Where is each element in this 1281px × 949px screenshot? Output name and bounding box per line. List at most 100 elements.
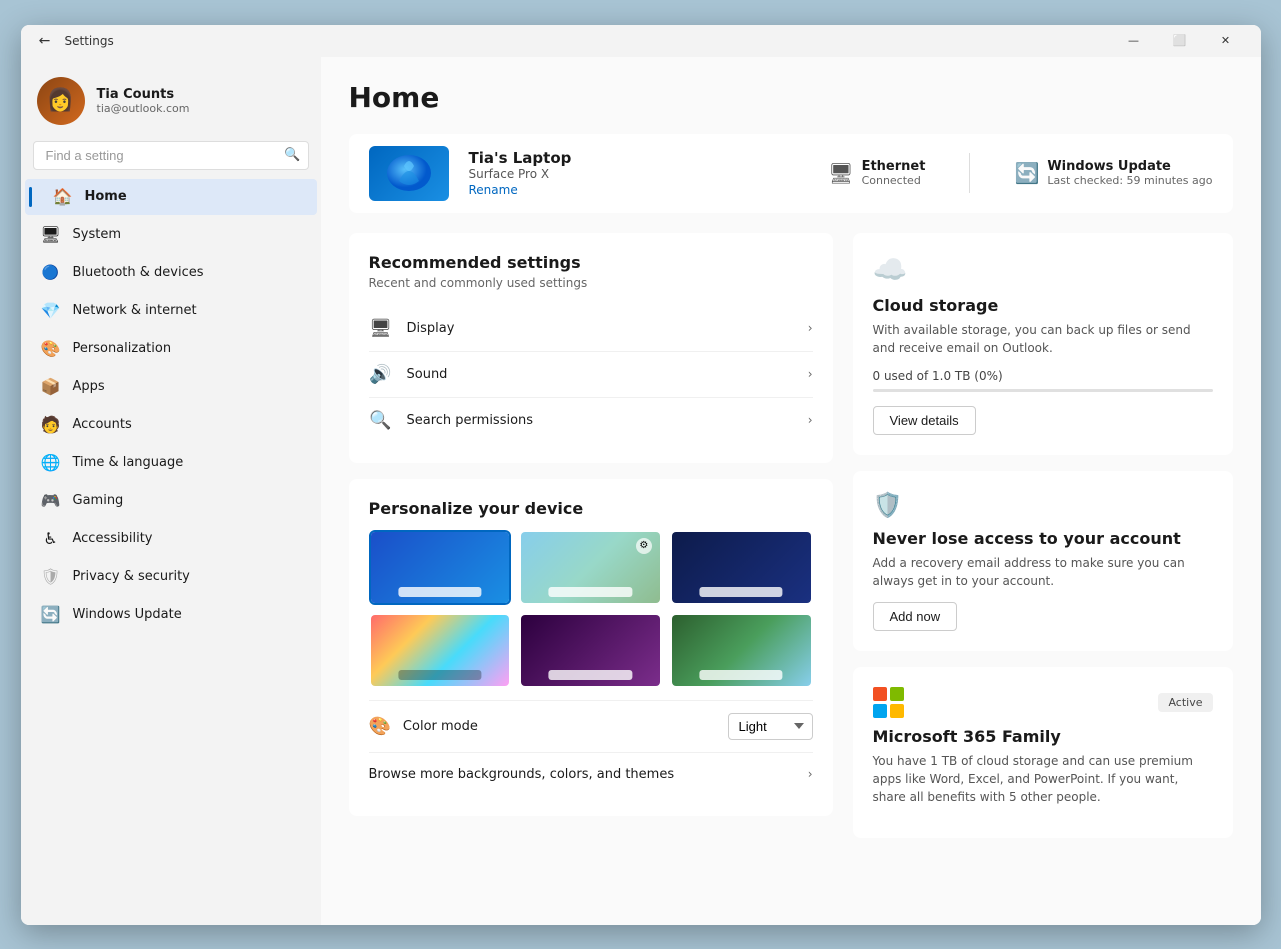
update-label: Windows Update bbox=[1047, 159, 1212, 174]
windows-update-status: 🔄 Windows Update Last checked: 59 minute… bbox=[1014, 153, 1212, 193]
divider bbox=[969, 153, 970, 193]
ethernet-sub: Connected bbox=[862, 174, 926, 187]
nav-label-privacy: Privacy & security bbox=[73, 569, 190, 584]
theme-colorful[interactable] bbox=[369, 613, 512, 688]
theme-nature[interactable] bbox=[670, 613, 813, 688]
recommended-subtitle: Recent and commonly used settings bbox=[369, 276, 813, 290]
search-input[interactable] bbox=[33, 141, 309, 170]
ms365-logo bbox=[873, 687, 905, 719]
device-name: Tia's Laptop bbox=[469, 149, 809, 167]
sidebar-item-time[interactable]: 🌐 Time & language bbox=[25, 445, 317, 481]
user-info: Tia Counts tia@outlook.com bbox=[97, 87, 190, 115]
sidebar-item-personalization[interactable]: 🎨 Personalization bbox=[25, 331, 317, 367]
minimize-button[interactable]: — bbox=[1111, 25, 1157, 57]
theme-grid: ⚙ bbox=[369, 530, 813, 688]
user-email: tia@outlook.com bbox=[97, 102, 190, 115]
page-title: Home bbox=[349, 81, 1233, 114]
left-column: Recommended settings Recent and commonly… bbox=[349, 233, 833, 854]
color-mode-icon: 🎨 bbox=[369, 716, 391, 737]
avatar: 👩 bbox=[37, 77, 85, 125]
sidebar-item-system[interactable]: 🖥 System bbox=[25, 217, 317, 253]
windows-update-icon: 🔄 bbox=[1014, 161, 1039, 185]
nav-label-personalization: Personalization bbox=[73, 341, 172, 356]
ms365-title: Microsoft 365 Family bbox=[873, 727, 1213, 746]
storage-bar bbox=[873, 389, 1213, 392]
network-icon: 💎 bbox=[41, 301, 61, 321]
bluetooth-icon: 🔵 bbox=[41, 263, 61, 283]
search-box[interactable]: 🔍 bbox=[33, 141, 309, 170]
gaming-icon: 🎮 bbox=[41, 491, 61, 511]
active-indicator bbox=[29, 187, 32, 207]
display-setting-row[interactable]: 🖥 Display › bbox=[369, 306, 813, 352]
storage-text: 0 used of 1.0 TB (0%) bbox=[873, 369, 1213, 383]
ethernet-status: 🖥 Ethernet Connected bbox=[828, 153, 925, 193]
personalization-icon: 🎨 bbox=[41, 339, 61, 359]
ms365-header: Active bbox=[873, 687, 1213, 719]
time-icon: 🌐 bbox=[41, 453, 61, 473]
device-status: 🖥 Ethernet Connected 🔄 Windows Update La… bbox=[828, 153, 1212, 193]
theme-blue[interactable] bbox=[369, 530, 512, 605]
nav-label-accessibility: Accessibility bbox=[73, 531, 153, 546]
theme-purple[interactable] bbox=[519, 613, 662, 688]
search-perm-icon: 🔍 bbox=[369, 410, 393, 431]
user-profile[interactable]: 👩 Tia Counts tia@outlook.com bbox=[21, 65, 321, 141]
device-rename-link[interactable]: Rename bbox=[469, 183, 809, 197]
device-image bbox=[379, 151, 439, 196]
view-details-button[interactable]: View details bbox=[873, 406, 976, 435]
user-name: Tia Counts bbox=[97, 87, 190, 102]
personalize-card: Personalize your device bbox=[349, 479, 833, 816]
recommended-title: Recommended settings bbox=[369, 253, 813, 272]
account-security-title: Never lose access to your account bbox=[873, 529, 1213, 548]
account-security-desc: Add a recovery email address to make sur… bbox=[873, 554, 1213, 590]
accounts-icon: 🧑 bbox=[41, 415, 61, 435]
display-chevron: › bbox=[808, 321, 813, 335]
search-perm-row[interactable]: 🔍 Search permissions › bbox=[369, 398, 813, 443]
accessibility-icon: ♿ bbox=[41, 529, 61, 549]
search-perm-chevron: › bbox=[808, 413, 813, 427]
content-area: Home bbox=[321, 57, 1261, 925]
cloud-title: Cloud storage bbox=[873, 296, 1213, 315]
sound-setting-row[interactable]: 🔊 Sound › bbox=[369, 352, 813, 398]
nav-label-system: System bbox=[73, 227, 121, 242]
account-security-card: 🛡️ Never lose access to your account Add… bbox=[853, 471, 1233, 651]
sound-chevron: › bbox=[808, 367, 813, 381]
sidebar-item-gaming[interactable]: 🎮 Gaming bbox=[25, 483, 317, 519]
nav-label-update: Windows Update bbox=[73, 607, 182, 622]
nav-label-gaming: Gaming bbox=[73, 493, 124, 508]
sidebar-item-bluetooth[interactable]: 🔵 Bluetooth & devices bbox=[25, 255, 317, 291]
add-now-button[interactable]: Add now bbox=[873, 602, 958, 631]
back-button[interactable]: ← bbox=[33, 29, 57, 53]
display-icon: 🖥 bbox=[369, 318, 393, 339]
device-thumbnail bbox=[369, 146, 449, 201]
device-bar: Tia's Laptop Surface Pro X Rename 🖥 Ethe… bbox=[349, 134, 1233, 213]
privacy-icon: 🛡 bbox=[41, 567, 61, 587]
sidebar-item-network[interactable]: 💎 Network & internet bbox=[25, 293, 317, 329]
browse-label: Browse more backgrounds, colors, and the… bbox=[369, 767, 808, 782]
nav-label-network: Network & internet bbox=[73, 303, 197, 318]
sidebar: 👩 Tia Counts tia@outlook.com 🔍 🏠 Home 🖥 … bbox=[21, 57, 321, 925]
nav-label-apps: Apps bbox=[73, 379, 105, 394]
sound-label: Sound bbox=[407, 367, 808, 382]
active-badge: Active bbox=[1158, 693, 1212, 712]
close-button[interactable]: ✕ bbox=[1203, 25, 1249, 57]
color-mode-select[interactable]: Light Dark Custom bbox=[728, 713, 813, 740]
update-sub: Last checked: 59 minutes ago bbox=[1047, 174, 1212, 187]
update-icon: 🔄 bbox=[41, 605, 61, 625]
sidebar-item-apps[interactable]: 📦 Apps bbox=[25, 369, 317, 405]
nav-label-time: Time & language bbox=[73, 455, 184, 470]
maximize-button[interactable]: ⬜ bbox=[1157, 25, 1203, 57]
sidebar-item-home[interactable]: 🏠 Home bbox=[25, 179, 317, 215]
sidebar-item-update[interactable]: 🔄 Windows Update bbox=[25, 597, 317, 633]
sidebar-item-privacy[interactable]: 🛡 Privacy & security bbox=[25, 559, 317, 595]
right-column: ☁️ Cloud storage With available storage,… bbox=[853, 233, 1233, 854]
nav-label-home: Home bbox=[85, 189, 127, 204]
apps-icon: 📦 bbox=[41, 377, 61, 397]
device-model: Surface Pro X bbox=[469, 167, 809, 181]
theme-dark-blue[interactable] bbox=[670, 530, 813, 605]
sidebar-item-accessibility[interactable]: ♿ Accessibility bbox=[25, 521, 317, 557]
browse-themes-row[interactable]: Browse more backgrounds, colors, and the… bbox=[369, 752, 813, 796]
sidebar-item-accounts[interactable]: 🧑 Accounts bbox=[25, 407, 317, 443]
color-mode-label: Color mode bbox=[403, 719, 728, 734]
theme-landscape[interactable]: ⚙ bbox=[519, 530, 662, 605]
cloud-storage-card: ☁️ Cloud storage With available storage,… bbox=[853, 233, 1233, 455]
